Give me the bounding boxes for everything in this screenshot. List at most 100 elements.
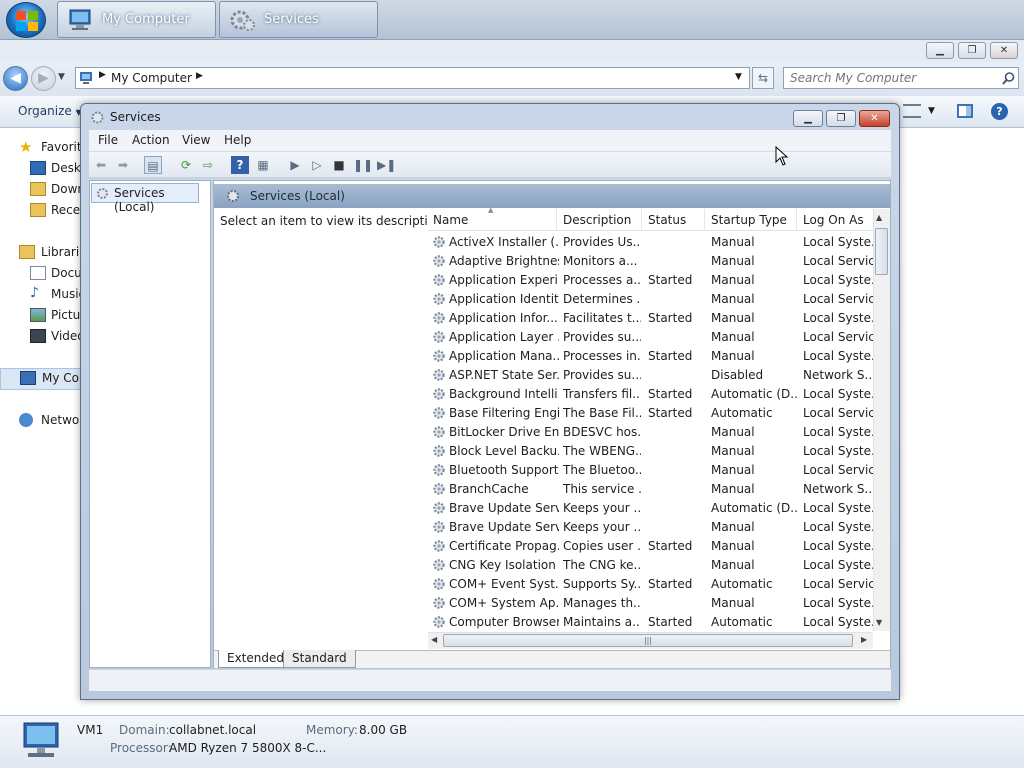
table-row[interactable]: Base Filtering Engi... The Base Fil... Sta… [428, 404, 873, 423]
table-row[interactable]: Certificate Propag... Copies user ... Star… [428, 537, 873, 556]
extended-description-area [214, 208, 426, 650]
tab-extended[interactable]: Extended [218, 650, 293, 668]
table-row[interactable]: COM+ System Ap... Manages th... Manual Loca… [428, 594, 873, 613]
table-row[interactable]: Application Experi... Processes a... Start… [428, 271, 873, 290]
taskbar-button-my-computer[interactable]: My Computer [57, 1, 216, 38]
table-row[interactable]: COM+ Event Syst... Supports Sy... Started A… [428, 575, 873, 594]
table-row[interactable]: Brave Update Serv... Keeps your ... Automa… [428, 499, 873, 518]
preview-pane-icon[interactable] [957, 104, 973, 118]
stop-service-icon[interactable]: ■ [330, 156, 348, 174]
nav-documents[interactable]: Documents [0, 264, 82, 284]
show-hide-console-tree-icon[interactable]: ▤ [144, 156, 162, 174]
table-row[interactable]: Application Layer ... Provides su... Manua… [428, 328, 873, 347]
service-name: Computer Browser [449, 615, 559, 629]
minimize-button[interactable]: ▁ [926, 42, 954, 59]
table-row[interactable]: Computer Browser Maintains a... Started Aut… [428, 613, 873, 632]
help-icon[interactable]: ? [991, 103, 1008, 120]
properties-icon[interactable]: ▦ [254, 156, 272, 174]
refresh-icon[interactable]: ⟳ [177, 156, 195, 174]
maximize-button[interactable]: ❐ [958, 42, 986, 59]
library-icon [19, 245, 35, 259]
search-input[interactable] [790, 70, 990, 86]
menu-view[interactable]: View [182, 133, 210, 147]
change-view-icon[interactable] [903, 104, 921, 118]
table-row[interactable]: BranchCache This service ... Manual Network… [428, 480, 873, 499]
scroll-left-icon[interactable]: ◀ [431, 635, 437, 644]
service-name: Application Identity [449, 292, 559, 306]
column-header-description[interactable]: Description [558, 209, 642, 231]
service-gear-icon [432, 520, 446, 534]
service-gear-icon [432, 349, 446, 363]
search-icon[interactable] [1002, 72, 1015, 85]
service-gear-icon [432, 235, 446, 249]
column-header-log-on-as[interactable]: Log On As [798, 209, 873, 231]
nav-network[interactable]: Network [0, 411, 82, 431]
table-row[interactable]: Adaptive Brightness Monitors a... Manual Lo… [428, 252, 873, 271]
breadcrumb[interactable]: My Computer [111, 71, 192, 85]
nav-recent-places[interactable]: Recent Places [0, 201, 82, 221]
close-button[interactable]: ✕ [990, 42, 1018, 59]
nav-videos[interactable]: Videos [0, 327, 82, 347]
table-row[interactable]: Application Mana... Processes in... Starte… [428, 347, 873, 366]
chevron-down-icon[interactable]: ▼ [928, 106, 935, 116]
table-row[interactable]: CNG Key Isolation The CNG ke... Manual Loca… [428, 556, 873, 575]
vertical-scroll-thumb[interactable] [875, 228, 888, 275]
help-icon[interactable]: ? [231, 156, 249, 174]
nav-my-computer[interactable]: My Computer [0, 368, 82, 390]
column-header-status[interactable]: Status [643, 209, 705, 231]
nav-desktop[interactable]: Desktop [0, 159, 82, 179]
refresh-button[interactable]: ⇆ [752, 67, 774, 89]
table-row[interactable]: Brave Update Serv... Keeps your ... Manual… [428, 518, 873, 537]
menu-help[interactable]: Help [224, 133, 251, 147]
nav-music[interactable]: ♪ Music [0, 285, 82, 305]
table-row[interactable]: Application Identity Determines ... Manual… [428, 290, 873, 309]
service-description: Monitors a... [563, 254, 638, 268]
export-list-icon[interactable]: ⇨ [199, 156, 217, 174]
tree-item-services-local[interactable]: Services (Local) [91, 183, 199, 214]
nav-label: Music [51, 287, 82, 301]
start-service-icon[interactable]: ▶ [286, 156, 304, 174]
taskbar-button-services[interactable]: Services [219, 1, 378, 38]
table-row[interactable]: Background Intelli... Transfers fil... Sta… [428, 385, 873, 404]
service-gear-icon [432, 539, 446, 553]
tab-standard[interactable]: Standard [283, 650, 356, 668]
menu-file[interactable]: File [98, 133, 118, 147]
nav-downloads[interactable]: Downloads [0, 180, 82, 200]
minimize-button[interactable]: ▁ [793, 110, 823, 127]
table-row[interactable]: BitLocker Drive En... BDESVC hos... Manual… [428, 423, 873, 442]
service-startup-type: Manual [711, 444, 755, 458]
table-row[interactable]: ActiveX Installer (... Provides Us... Manu… [428, 233, 873, 252]
service-gear-icon [432, 311, 446, 325]
back-arrow-icon[interactable]: ⬅ [92, 156, 110, 174]
organize-button[interactable]: Organize ▼ [10, 101, 90, 123]
table-row[interactable]: Block Level Backu... The WBENG... Manual Lo… [428, 442, 873, 461]
nav-libraries[interactable]: Libraries [0, 243, 82, 263]
table-row[interactable]: Application Infor... Facilitates t... Star… [428, 309, 873, 328]
menu-action[interactable]: Action [132, 133, 170, 147]
star-icon: ★ [19, 138, 33, 156]
address-dropdown-icon[interactable]: ▼ [735, 72, 742, 82]
breadcrumb-chevron-icon[interactable]: ▶ [196, 71, 203, 81]
restart-service-icon[interactable]: ▶❚ [377, 156, 396, 174]
restore-button[interactable]: ❐ [826, 110, 856, 127]
back-button[interactable]: ◀ [3, 66, 28, 91]
horizontal-scroll-thumb[interactable]: ||| [443, 634, 853, 647]
start-button[interactable] [6, 2, 46, 38]
results-pane-title: Services (Local) [250, 189, 345, 203]
nav-pictures[interactable]: Pictures [0, 306, 82, 326]
forward-button[interactable]: ▶ [31, 66, 56, 91]
start-service-alt-icon[interactable]: ▷ [308, 156, 326, 174]
forward-arrow-icon[interactable]: ➡ [114, 156, 132, 174]
scroll-right-icon[interactable]: ▶ [861, 635, 867, 644]
table-row[interactable]: ASP.NET State Ser... Provides su... Disabl… [428, 366, 873, 385]
service-status: Started [648, 539, 693, 553]
close-button[interactable]: ✕ [859, 110, 890, 127]
address-bar[interactable]: ▶ My Computer ▶ ▼ [75, 67, 750, 89]
column-header-startup-type[interactable]: Startup Type [706, 209, 797, 231]
scroll-up-icon[interactable]: ▲ [876, 213, 882, 222]
table-row[interactable]: Bluetooth Support... The Bluetoo... Manual… [428, 461, 873, 480]
nav-favorites[interactable]: ★ Favorites [0, 138, 82, 158]
recent-pages-dropdown[interactable]: ▼ [58, 72, 65, 82]
pause-service-icon[interactable]: ❚❚ [353, 156, 373, 174]
scroll-down-icon[interactable]: ▼ [876, 618, 882, 627]
